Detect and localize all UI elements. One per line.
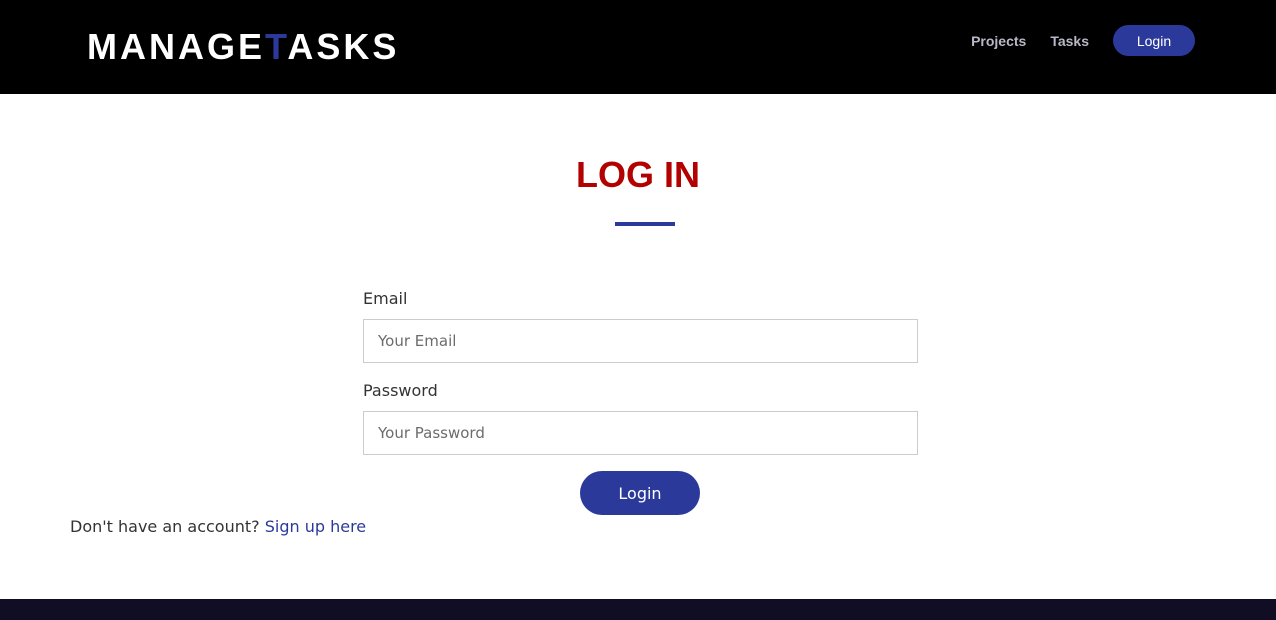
- signup-prompt: Don't have an account? Sign up here: [70, 517, 366, 536]
- logo-accent-letter: T: [265, 26, 288, 67]
- email-label: Email: [363, 289, 408, 308]
- title-divider: [615, 222, 675, 226]
- brand-logo[interactable]: MANAGETASKS: [87, 28, 399, 66]
- password-field[interactable]: [363, 411, 918, 455]
- login-submit-button[interactable]: Login: [580, 471, 700, 515]
- page-title: LOG IN: [576, 154, 700, 195]
- password-label: Password: [363, 381, 438, 400]
- page-footer: [0, 599, 1276, 620]
- signup-prompt-text: Don't have an account?: [70, 517, 260, 536]
- nav-link-tasks[interactable]: Tasks: [1050, 33, 1089, 49]
- logo-text-asks: ASKS: [287, 26, 400, 67]
- email-field[interactable]: [363, 319, 918, 363]
- nav-login-button[interactable]: Login: [1113, 25, 1195, 56]
- nav-link-projects[interactable]: Projects: [971, 33, 1026, 49]
- signup-link[interactable]: Sign up here: [265, 517, 366, 536]
- logo-text-manage: MANAGE: [87, 26, 265, 67]
- top-navbar: MANAGETASKS Projects Tasks Login: [0, 0, 1276, 94]
- main-nav: Projects Tasks Login: [971, 25, 1195, 56]
